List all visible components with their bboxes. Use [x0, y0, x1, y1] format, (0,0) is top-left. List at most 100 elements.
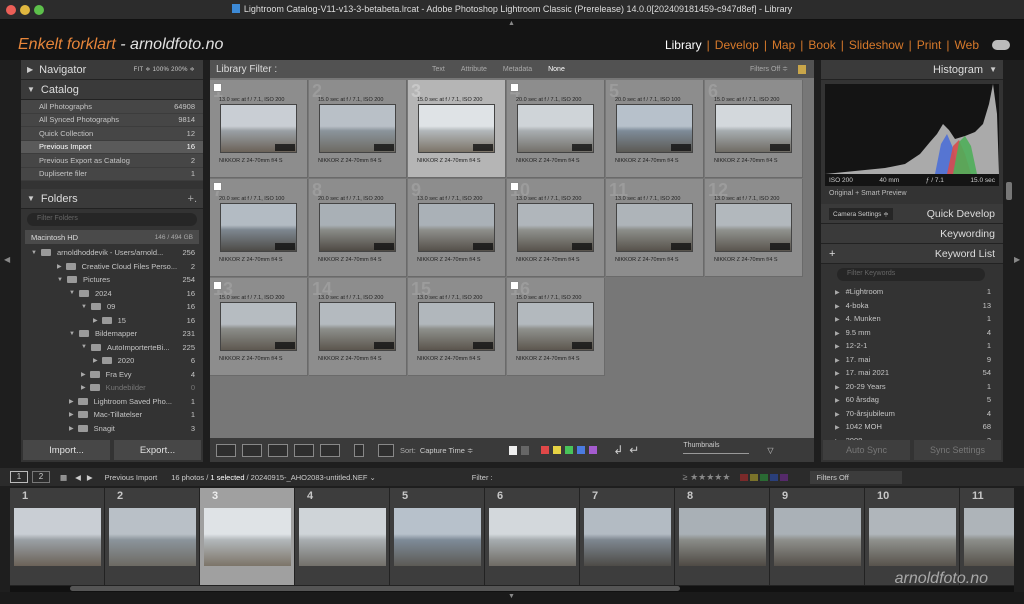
- module-web[interactable]: Web: [950, 38, 984, 52]
- grid-cell[interactable]: 15 13.0 sec at f / 7.1, ISO 200 NIKKOR Z 2…: [408, 278, 506, 376]
- keyword-item[interactable]: ▶ 4-boka 13: [821, 299, 1003, 313]
- flag-icon[interactable]: [510, 281, 519, 290]
- keyword-disclosure-icon[interactable]: ▶: [835, 331, 840, 337]
- flag-icon[interactable]: [510, 182, 519, 191]
- folder-item[interactable]: ▼ arnoldhoddevik - Users/arnold... 256: [21, 246, 203, 260]
- filmstrip-thumbnail[interactable]: [14, 508, 101, 566]
- filmstrip-thumbnail[interactable]: [774, 508, 861, 566]
- filmstrip-cell[interactable]: 5: [390, 488, 484, 585]
- folder-item[interactable]: ▼ Pictures 254: [21, 273, 203, 287]
- photo-thumbnail[interactable]: [418, 104, 495, 153]
- navigator-zoom-options[interactable]: FIT ≑ 100% 200% ≑: [134, 66, 195, 73]
- module-map[interactable]: Map: [767, 38, 800, 52]
- filmstrip-cell[interactable]: 4: [295, 488, 389, 585]
- folder-disclosure-icon[interactable]: ▼: [81, 344, 87, 350]
- filmstrip-scroll-thumb[interactable]: [70, 586, 680, 591]
- folder-item[interactable]: ▶ Kundebilder 0: [21, 381, 203, 395]
- spray-can-icon[interactable]: [354, 443, 364, 457]
- toolbar-options-icon[interactable]: ▽: [767, 446, 773, 455]
- back-arrow-icon[interactable]: ◀: [75, 473, 81, 482]
- photo-thumbnail[interactable]: [715, 203, 792, 252]
- keyword-disclosure-icon[interactable]: ▶: [835, 412, 840, 418]
- folder-disclosure-icon[interactable]: ▶: [57, 263, 62, 270]
- module-slideshow[interactable]: Slideshow: [844, 38, 909, 52]
- filmstrip-cell[interactable]: 3: [200, 488, 294, 585]
- filmstrip-thumbnail[interactable]: [964, 508, 1014, 566]
- photo-thumbnail[interactable]: [319, 104, 396, 153]
- filter-metadata[interactable]: Metadata: [503, 66, 532, 73]
- keyword-disclosure-icon[interactable]: ▶: [835, 371, 840, 377]
- folder-item[interactable]: ▼ Bildemapper 231: [21, 327, 203, 341]
- module-book[interactable]: Book: [803, 38, 840, 52]
- sort-dropdown[interactable]: Capture Time ≑: [420, 446, 473, 455]
- folder-item[interactable]: ▶ Fra Evy 4: [21, 368, 203, 382]
- collapse-right-panel-icon[interactable]: ▶: [1014, 255, 1020, 264]
- grid-cell[interactable]: 420.0 sec at f / 7.1, ISO 200NIKKOR Z 24…: [507, 80, 605, 178]
- collapse-top-panel-icon[interactable]: ▲: [508, 20, 515, 27]
- folder-disclosure-icon[interactable]: ▶: [69, 411, 74, 418]
- folder-disclosure-icon[interactable]: ▶: [81, 384, 86, 391]
- filmstrip-thumbnail[interactable]: [394, 508, 481, 566]
- filmstrip-filter-dropdown[interactable]: Filters Off: [810, 470, 903, 484]
- folder-item[interactable]: ▶ Snagit 3: [21, 422, 203, 436]
- filmstrip-cell[interactable]: 2: [105, 488, 199, 585]
- module-print[interactable]: Print: [912, 38, 947, 52]
- filmstrip-thumbnail[interactable]: [584, 508, 671, 566]
- filmstrip-cell[interactable]: 1: [10, 488, 104, 585]
- yellow-label-icon[interactable]: [553, 446, 562, 454]
- folder-search-input[interactable]: Filter Folders: [27, 213, 197, 226]
- filmstrip-cell[interactable]: 8: [675, 488, 769, 585]
- photo-thumbnail[interactable]: [517, 203, 594, 252]
- photo-thumbnail[interactable]: [418, 203, 495, 252]
- keyword-item[interactable]: ▶ 12-2-1 1: [821, 339, 1003, 353]
- catalog-item[interactable]: All Photographs 64908: [21, 100, 203, 114]
- forward-arrow-icon[interactable]: ▶: [87, 473, 93, 482]
- rating-filter[interactable]: ≥ ★★★★★: [683, 472, 731, 483]
- blue-label-icon[interactable]: [577, 446, 586, 454]
- grid-cell[interactable]: 11 13.0 sec at f / 7.1, ISO 200 NIKKOR Z 2…: [606, 179, 704, 277]
- folder-disclosure-icon[interactable]: ▶: [69, 398, 74, 405]
- keyword-list-header[interactable]: + Keyword List: [821, 244, 1003, 264]
- folder-item[interactable]: ▶ 2020 6: [21, 354, 203, 368]
- folder-disclosure-icon[interactable]: ▶: [69, 425, 74, 432]
- keyword-item[interactable]: ▶ 60 årsdag 5: [821, 393, 1003, 407]
- red-label-icon[interactable]: [541, 446, 550, 454]
- folder-disclosure-icon[interactable]: ▼: [81, 304, 87, 310]
- photo-thumbnail[interactable]: [715, 104, 792, 153]
- folder-item[interactable]: ▼ 09 16: [21, 300, 203, 314]
- folder-item[interactable]: ▼ 2024 16: [21, 287, 203, 301]
- filter-none[interactable]: None: [548, 66, 565, 73]
- keyword-item[interactable]: ▶ 9.5 mm 4: [821, 326, 1003, 340]
- keyword-disclosure-icon[interactable]: ▶: [835, 290, 840, 296]
- main-window-button[interactable]: 1: [10, 471, 28, 483]
- grid-cell[interactable]: 5 20.0 sec at f / 7.1, ISO 100 NIKKOR Z 24…: [606, 80, 704, 178]
- reject-flag-icon[interactable]: [521, 445, 530, 455]
- lock-icon[interactable]: [798, 64, 806, 74]
- folders-header[interactable]: ▼ Folders +.: [21, 189, 203, 209]
- add-keyword-icon[interactable]: +: [829, 248, 835, 260]
- navigator-header[interactable]: ▶ Navigator FIT ≑ 100% 200% ≑: [21, 60, 203, 80]
- keyword-item[interactable]: ▶ 17. mai 9: [821, 353, 1003, 367]
- catalog-item[interactable]: Dupliserte filer 1: [21, 167, 203, 181]
- collapse-left-panel-icon[interactable]: ◀: [4, 255, 10, 264]
- second-window-button[interactable]: 2: [32, 471, 50, 483]
- grid-cell[interactable]: 3 15.0 sec at f / 7.1, ISO 200 NIKKOR Z 24…: [408, 80, 506, 178]
- quick-develop-header[interactable]: Camera Settings ≑ Quick Develop: [821, 204, 1003, 224]
- cloud-sync-icon[interactable]: [992, 40, 1010, 50]
- filter-presets-dropdown[interactable]: Filters Off ≑: [750, 65, 788, 73]
- keyword-item[interactable]: ▶ 1042 MOH 68: [821, 420, 1003, 434]
- photo-thumbnail[interactable]: [616, 104, 693, 153]
- catalog-item[interactable]: Previous Import 16: [21, 140, 203, 154]
- collapse-filmstrip-icon[interactable]: ▼: [508, 593, 515, 600]
- grid-cell[interactable]: 113.0 sec at f / 7.1, ISO 200NIKKOR Z 24…: [210, 80, 308, 178]
- rotate-right-icon[interactable]: ↵: [629, 443, 639, 457]
- folder-item[interactable]: ▶ 15 16: [21, 314, 203, 328]
- photo-thumbnail[interactable]: [616, 203, 693, 252]
- photo-thumbnail[interactable]: [220, 203, 297, 252]
- green-label-icon[interactable]: [565, 446, 574, 454]
- folder-item[interactable]: ▶ Mac-Tillatelser 1: [21, 408, 203, 422]
- flag-icon[interactable]: [213, 182, 222, 191]
- photo-thumbnail[interactable]: [517, 104, 594, 153]
- keyword-search-input[interactable]: Filter Keywords: [837, 268, 985, 281]
- keyword-item[interactable]: ▶ #Lightroom 1: [821, 285, 1003, 299]
